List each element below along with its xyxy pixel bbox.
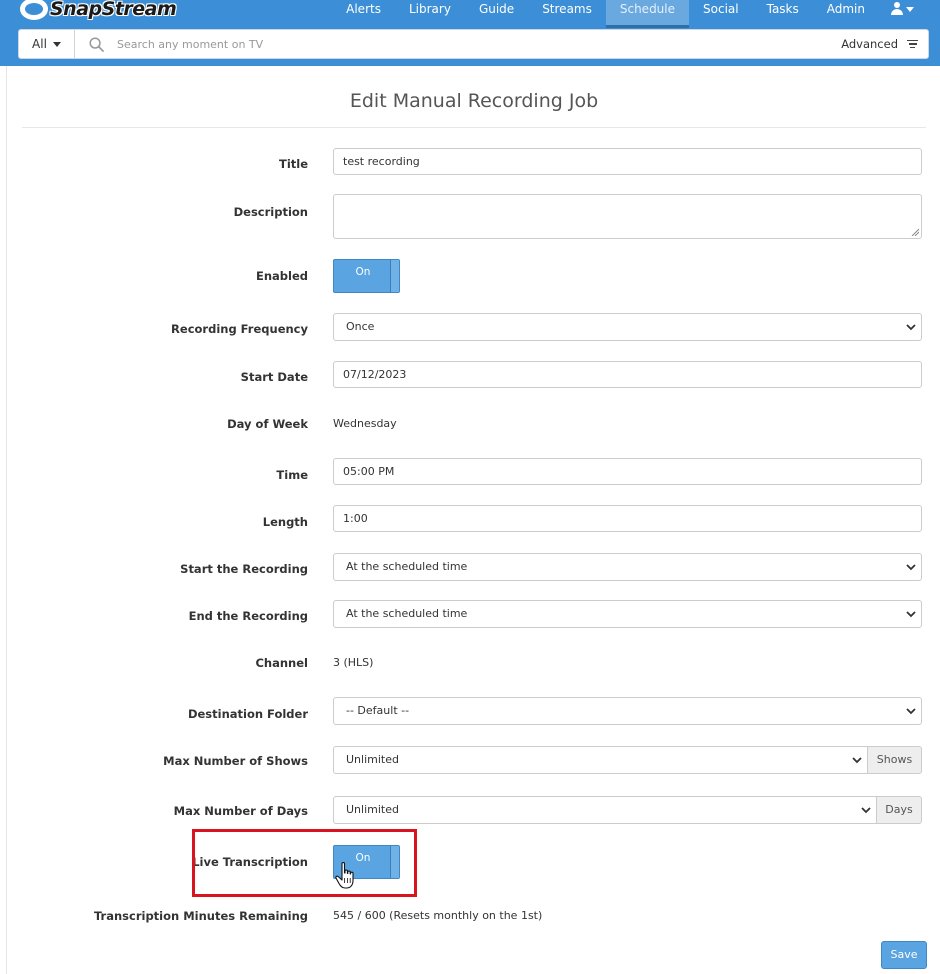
transcription-minutes-label: Transcription Minutes Remaining xyxy=(93,909,308,923)
search-scope-dropdown[interactable]: All xyxy=(19,30,75,58)
hand-pointer-cursor-icon xyxy=(335,861,354,889)
nav-library[interactable]: Library xyxy=(395,0,465,28)
chevron-down-icon xyxy=(906,564,916,571)
end-recording-value: At the scheduled time xyxy=(346,607,468,620)
max-shows-select[interactable]: Unlimited xyxy=(333,746,868,774)
highlight-box xyxy=(192,829,417,897)
advanced-search-button[interactable]: Advanced xyxy=(841,30,918,58)
nav-guide[interactable]: Guide xyxy=(465,0,528,28)
description-label: Description xyxy=(233,205,308,219)
channel-label: Channel xyxy=(255,656,308,670)
recording-frequency-select[interactable]: Once xyxy=(333,313,922,341)
top-header: SnapStream Alerts Library Guide Streams … xyxy=(0,0,940,66)
recording-frequency-value: Once xyxy=(346,320,375,333)
content-divider xyxy=(6,66,7,974)
save-button[interactable]: Save xyxy=(881,941,927,969)
chevron-down-icon xyxy=(861,807,871,814)
logo-text: SnapStream xyxy=(50,0,177,20)
channel-value: 3 (HLS) xyxy=(333,656,374,669)
title-label: Title xyxy=(278,157,308,171)
end-recording-label: End the Recording xyxy=(188,609,308,623)
page-title: Edit Manual Recording Job xyxy=(349,90,599,112)
search-icon xyxy=(89,37,104,52)
logo-mark-icon xyxy=(20,0,48,20)
enabled-toggle[interactable]: On xyxy=(333,259,400,293)
nav-tasks[interactable]: Tasks xyxy=(753,0,813,28)
caret-down-icon xyxy=(906,7,914,12)
destination-folder-select[interactable]: -- Default -- xyxy=(333,697,922,725)
length-label: Length xyxy=(262,515,308,529)
search-bar: All Advanced xyxy=(18,29,929,59)
user-menu[interactable] xyxy=(879,0,926,28)
max-shows-unit: Shows xyxy=(868,746,922,774)
max-days-select[interactable]: Unlimited xyxy=(333,796,877,824)
search-scope-label: All xyxy=(32,37,47,51)
filter-icon xyxy=(907,38,918,51)
recording-frequency-label: Recording Frequency xyxy=(171,322,308,336)
max-days-label: Max Number of Days xyxy=(173,804,308,818)
destination-folder-label: Destination Folder xyxy=(187,707,308,721)
chevron-down-icon xyxy=(906,708,916,715)
end-recording-select[interactable]: At the scheduled time xyxy=(333,600,922,628)
start-date-label: Start Date xyxy=(240,370,308,384)
title-divider xyxy=(22,127,926,128)
start-date-input[interactable]: 07/12/2023 xyxy=(333,361,922,388)
length-input[interactable]: 1:00 xyxy=(333,505,922,532)
caret-down-icon xyxy=(52,41,61,47)
advanced-label: Advanced xyxy=(841,37,898,51)
transcription-minutes-value: 545 / 600 (Resets monthly on the 1st) xyxy=(333,909,543,922)
nav-streams[interactable]: Streams xyxy=(528,0,606,28)
user-icon xyxy=(891,2,903,15)
day-of-week-label: Day of Week xyxy=(227,417,308,431)
nav-alerts[interactable]: Alerts xyxy=(332,0,395,28)
toggle-handle[interactable] xyxy=(391,260,399,292)
max-days-value: Unlimited xyxy=(346,803,399,816)
max-days-unit: Days xyxy=(877,796,922,824)
enabled-label: Enabled xyxy=(255,269,308,283)
snapstream-logo[interactable]: SnapStream xyxy=(20,0,177,22)
enabled-toggle-state: On xyxy=(355,266,371,278)
chevron-down-icon xyxy=(906,324,916,331)
nav-admin[interactable]: Admin xyxy=(813,0,879,28)
time-label: Time xyxy=(276,468,308,482)
start-recording-select[interactable]: At the scheduled time xyxy=(333,553,922,581)
title-input[interactable]: test recording xyxy=(333,148,922,175)
start-recording-label: Start the Recording xyxy=(180,562,308,576)
day-of-week-value: Wednesday xyxy=(333,417,397,430)
nav-social[interactable]: Social xyxy=(689,0,753,28)
chevron-down-icon xyxy=(906,611,916,618)
start-recording-value: At the scheduled time xyxy=(346,560,468,573)
resize-grip-icon[interactable] xyxy=(911,228,919,236)
description-textarea[interactable] xyxy=(333,194,922,239)
time-input[interactable]: 05:00 PM xyxy=(333,458,922,485)
max-shows-label: Max Number of Shows xyxy=(163,754,308,768)
search-input[interactable] xyxy=(115,33,715,55)
max-shows-value: Unlimited xyxy=(346,753,399,766)
nav-schedule[interactable]: Schedule xyxy=(605,0,690,28)
chevron-down-icon xyxy=(852,757,862,764)
main-nav: Alerts Library Guide Streams Schedule So… xyxy=(332,0,926,28)
destination-folder-value: -- Default -- xyxy=(346,704,410,717)
